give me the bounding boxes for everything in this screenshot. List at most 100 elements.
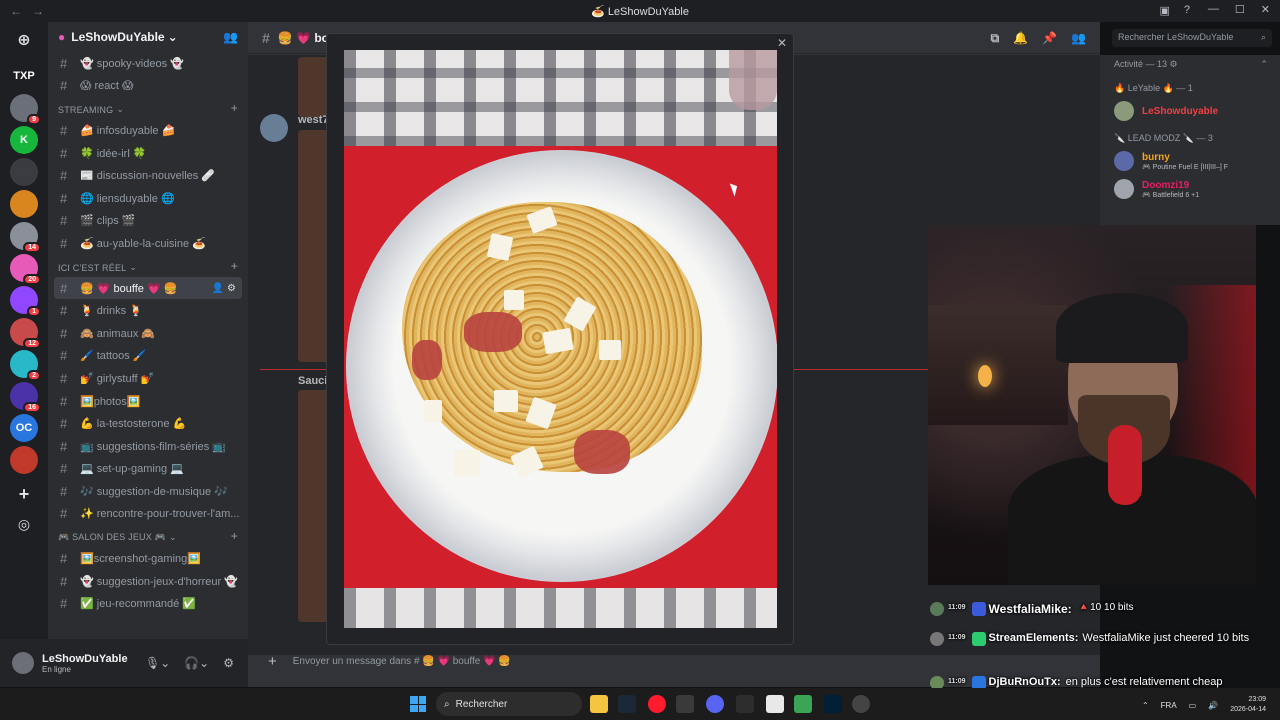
server-icon[interactable]: 1 — [10, 286, 41, 317]
add-channel-icon[interactable]: + — [231, 259, 238, 273]
discover-icon[interactable]: ◎ — [10, 510, 38, 538]
server-icon[interactable]: 12 — [10, 318, 41, 349]
channel-item[interactable]: # 🍝 au-yable-la-cuisine 🍝 — [48, 232, 248, 255]
add-server-icon[interactable]: + — [10, 480, 38, 508]
lang-indicator[interactable]: FRA — [1161, 701, 1177, 710]
guild-header[interactable]: ● LeShowDuYable ⌄ 👥 — [48, 22, 248, 52]
server-icon[interactable] — [10, 158, 38, 186]
clock[interactable]: 23:09 2026-04-14 — [1230, 695, 1266, 715]
server-icon[interactable]: 14 — [10, 222, 41, 253]
channel-item[interactable]: # 🖼️screenshot-gaming🖼️ — [48, 547, 248, 570]
channel-item[interactable]: # 💪 la-testosterone 💪 — [48, 412, 248, 435]
hash-icon: # — [60, 596, 68, 612]
message-composer[interactable]: + Envoyer un message dans # 🍔 💗 bouffe 💗… — [260, 648, 590, 674]
channel-item[interactable]: # 🖌️ tattoos 🖌️ — [48, 345, 248, 368]
channel-item[interactable]: # 🌐 liensduyable 🌐 — [48, 187, 248, 210]
steam-icon[interactable] — [618, 695, 636, 713]
server-icon[interactable]: 2 — [10, 350, 41, 381]
help-icon[interactable]: ? — [1184, 4, 1190, 17]
pin-icon[interactable]: 📌 — [1042, 31, 1057, 46]
opera-icon[interactable] — [648, 695, 666, 713]
maximize-button[interactable]: ☐ — [1235, 3, 1245, 16]
server-icon[interactable] — [10, 190, 38, 218]
channel-item[interactable]: # 🙈 animaux 🙈 — [48, 322, 248, 345]
windows-start-icon[interactable] — [410, 696, 426, 712]
avatar[interactable] — [12, 652, 34, 674]
add-channel-icon[interactable]: + — [231, 101, 238, 115]
member-item[interactable]: burny 🎮 Poutine Fuel E [III|III–] F — [1100, 147, 1280, 175]
category-games[interactable]: 🎮 SALON DES JEUX 🎮 ⌄ + — [48, 525, 248, 547]
food-photo[interactable] — [344, 50, 777, 628]
taskbar-search[interactable]: ⌕ Rechercher — [436, 692, 582, 716]
microphone-icon[interactable]: 🎙⌄ — [145, 656, 170, 670]
channel-label: 🍀 idée-irl 🍀 — [80, 147, 147, 160]
channel-item[interactable]: # ✨ rencontre-pour-trouver-l'am... — [48, 503, 248, 526]
member-item[interactable]: LeShowduyable — [1100, 97, 1280, 125]
chevron-up-icon[interactable]: ⌃ — [1142, 701, 1149, 710]
channel-item[interactable]: # 💅 girlystuff 💅 — [48, 367, 248, 390]
app-icon[interactable] — [676, 695, 694, 713]
add-member-icon[interactable]: 👥 — [223, 30, 238, 44]
threads-icon[interactable]: ⧉ — [991, 31, 1000, 46]
search-input[interactable]: Rechercher LeShowDuYable ⌕ — [1112, 29, 1272, 47]
category-streaming[interactable]: STREAMING ⌄ + — [48, 97, 248, 119]
member-list-icon[interactable]: 👥 — [1071, 31, 1086, 46]
channel-bouffe[interactable]: # 🍔 💗 bouffe 💗 🍔 👤 ⚙ — [54, 276, 242, 300]
discord-home-icon[interactable]: ⊕ — [10, 26, 38, 54]
hash-icon: # — [60, 393, 68, 409]
user-name: LeShowDuYable — [42, 652, 128, 665]
channel-item[interactable]: # 😱 react 😱 — [48, 75, 248, 98]
message-input[interactable]: Envoyer un message dans # 🍔 💗 bouffe 💗 🍔 — [293, 656, 511, 667]
channel-item[interactable]: # 🍹 drinks 🍹 — [48, 299, 248, 322]
close-icon[interactable]: ✕ — [777, 36, 787, 50]
channel-item[interactable]: # 📰 discussion-nouvelles 🩹 — [48, 164, 248, 187]
server-icon[interactable]: 20 — [10, 254, 41, 285]
server-icon[interactable]: OC — [10, 414, 38, 442]
bell-icon[interactable]: 🔔 — [1013, 31, 1028, 46]
inbox-icon[interactable]: ▣ — [1159, 4, 1169, 17]
server-list: ⊕ TXP 9 K 14 20 1 12 2 16 OC + ◎ — [0, 22, 48, 687]
channel-item[interactable]: # ✅ jeu-recommandé ✅ — [48, 592, 248, 615]
volume-icon[interactable]: 🔊 — [1208, 701, 1218, 710]
server-icon[interactable]: K — [10, 126, 38, 154]
attach-plus-icon[interactable]: + — [268, 653, 277, 670]
network-icon[interactable]: ▭ — [1189, 701, 1197, 710]
notification-badge: 2 — [27, 370, 41, 381]
hash-icon: # — [262, 29, 270, 46]
media-player-icon[interactable] — [852, 695, 870, 713]
channel-item[interactable]: # 💻 set-up-gaming 💻 — [48, 458, 248, 481]
add-channel-icon[interactable]: + — [231, 529, 238, 543]
minimize-button[interactable]: — — [1208, 3, 1219, 16]
hash-icon: # — [60, 190, 68, 206]
channel-item[interactable]: # 🎶 suggestion-de-musique 🎶 — [48, 480, 248, 503]
server-icon[interactable]: 16 — [10, 382, 41, 413]
channel-item[interactable]: # 🖼️photos🖼️ — [48, 390, 248, 413]
server-icon[interactable]: 9 — [10, 94, 41, 125]
invite-icon[interactable]: 👤 — [212, 283, 224, 294]
hash-icon: # — [60, 551, 68, 567]
badge-icon — [971, 602, 986, 616]
headphones-icon[interactable]: 🎧⌄ — [184, 656, 209, 670]
channel-item[interactable]: # 👻 suggestion-jeux-d'horreur 👻 — [48, 570, 248, 593]
discord-icon[interactable] — [706, 695, 724, 713]
gear-icon[interactable]: ⚙ — [227, 283, 236, 294]
category-irl[interactable]: ICI C'EST RÉEL ⌄ + — [48, 255, 248, 277]
channel-item[interactable]: # 🍰 infosduyable 🍰 — [48, 119, 248, 142]
channel-item[interactable]: # 🍀 idée-irl 🍀 — [48, 142, 248, 165]
close-window-button[interactable]: ✕ — [1261, 3, 1270, 16]
chevron-up-icon[interactable]: ⌃ — [1260, 59, 1268, 70]
settings-gear-icon[interactable]: ⚙ — [223, 656, 234, 670]
file-explorer-icon[interactable] — [590, 695, 608, 713]
server-icon[interactable]: TXP — [10, 62, 38, 90]
user-panel: LeShowDuYable En ligne 🎙⌄ 🎧⌄ ⚙ — [0, 639, 248, 687]
streamer-cap — [1056, 293, 1188, 363]
channel-item[interactable]: # 📺 suggestions-film-séries 📺 — [48, 435, 248, 458]
app-icon[interactable] — [794, 695, 812, 713]
channel-item[interactable]: # 👻 spooky-videos 👻 — [48, 52, 248, 75]
channel-item[interactable]: # 🎬 clips 🎬 — [48, 210, 248, 233]
app-icon[interactable] — [736, 695, 754, 713]
notepad-icon[interactable] — [766, 695, 784, 713]
server-icon[interactable] — [10, 446, 38, 474]
member-item[interactable]: Doomzi19 🎮 Battlefield 6 +1 — [1100, 175, 1280, 203]
photoshop-icon[interactable] — [824, 695, 842, 713]
